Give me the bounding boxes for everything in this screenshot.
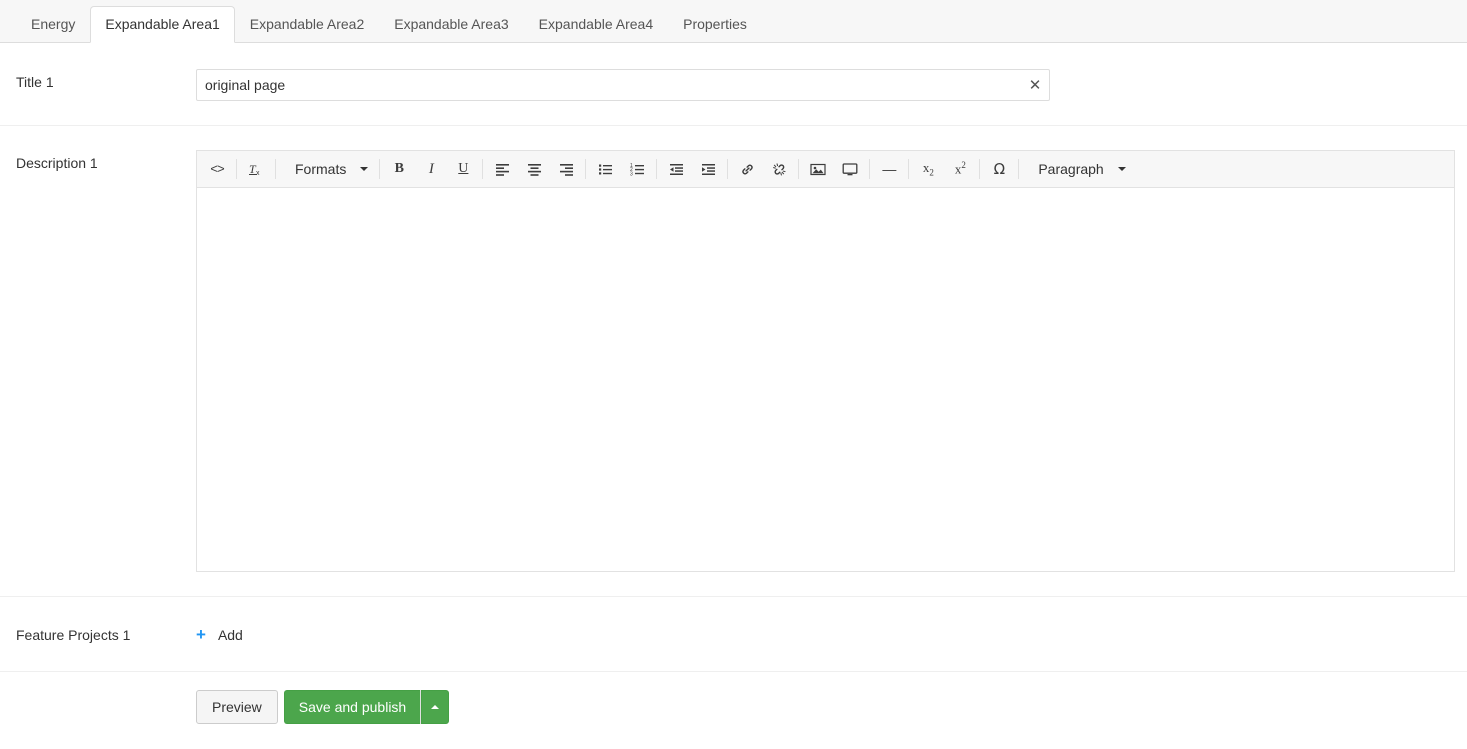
description-field: <> T x Formats B I U 1 2 3 — x2 x2 Ω Par… xyxy=(196,150,1455,572)
toolbar-separator xyxy=(482,159,484,179)
chevron-down-icon xyxy=(1117,167,1126,171)
title-row: Title 1 ✕ xyxy=(0,43,1467,125)
editor-toolbar: <> T x Formats B I U 1 2 3 — x2 x2 Ω Par… xyxy=(197,151,1454,188)
toolbar-separator xyxy=(979,159,981,179)
paragraph-label: Paragraph xyxy=(1038,161,1104,177)
description-row: Description 1 <> T x Formats B I U 1 2 3… xyxy=(0,126,1467,596)
underline-icon[interactable]: U xyxy=(448,155,478,183)
save-and-publish-split-button: Save and publish xyxy=(283,690,450,724)
toolbar-separator xyxy=(656,159,658,179)
subscript-icon[interactable]: x2 xyxy=(913,155,943,183)
align-left-icon[interactable] xyxy=(487,155,517,183)
feature-projects-row: Feature Projects 1 + Add xyxy=(0,597,1467,671)
editor-content-area[interactable] xyxy=(197,188,1454,571)
italic-icon[interactable]: I xyxy=(416,155,446,183)
toolbar-separator xyxy=(869,159,871,179)
horizontal-rule-icon[interactable]: — xyxy=(874,155,904,183)
media-icon[interactable] xyxy=(835,155,865,183)
caret-up-icon xyxy=(431,705,440,709)
actions-row: Preview Save and publish xyxy=(0,672,1467,724)
tab-expandable-area2[interactable]: Expandable Area2 xyxy=(235,6,379,43)
outdent-icon[interactable] xyxy=(661,155,691,183)
tab-bar: Energy Expandable Area1 Expandable Area2… xyxy=(0,0,1467,43)
bold-icon[interactable]: B xyxy=(384,155,414,183)
title-field: ✕ xyxy=(196,69,1451,101)
toolbar-separator xyxy=(236,159,237,179)
svg-text:3: 3 xyxy=(630,171,633,177)
actions-spacer xyxy=(16,690,196,694)
rich-text-editor: <> T x Formats B I U 1 2 3 — x2 x2 Ω Par… xyxy=(196,150,1455,572)
title-label: Title 1 xyxy=(16,74,54,90)
actions-field: Preview Save and publish xyxy=(196,690,1451,724)
toolbar-separator xyxy=(798,159,800,179)
indent-icon[interactable] xyxy=(693,155,723,183)
tab-expandable-area1[interactable]: Expandable Area1 xyxy=(90,6,235,43)
plus-icon: + xyxy=(196,625,206,644)
tab-properties[interactable]: Properties xyxy=(668,6,762,43)
remove-format-icon[interactable]: T x xyxy=(241,155,271,183)
paragraph-dropdown[interactable]: Paragraph xyxy=(1023,155,1132,183)
description-label: Description 1 xyxy=(16,155,98,171)
tab-expandable-area4[interactable]: Expandable Area4 xyxy=(524,6,668,43)
align-right-icon[interactable] xyxy=(551,155,581,183)
link-icon[interactable] xyxy=(732,155,762,183)
toolbar-separator xyxy=(379,159,381,179)
image-icon[interactable] xyxy=(803,155,833,183)
special-character-icon[interactable]: Ω xyxy=(984,155,1014,183)
bullet-list-icon[interactable] xyxy=(590,155,620,183)
toolbar-separator xyxy=(908,159,910,179)
feature-projects-field: + Add xyxy=(196,622,1451,645)
unlink-icon[interactable] xyxy=(764,155,794,183)
formats-label: Formats xyxy=(295,161,347,177)
save-and-publish-button[interactable]: Save and publish xyxy=(283,690,421,724)
action-buttons: Preview Save and publish xyxy=(196,690,1451,724)
tab-energy[interactable]: Energy xyxy=(16,6,90,43)
tab-expandable-area3[interactable]: Expandable Area3 xyxy=(379,6,523,43)
numbered-list-icon[interactable]: 1 2 3 xyxy=(622,155,652,183)
title-input[interactable] xyxy=(196,69,1050,101)
feature-projects-label: Feature Projects 1 xyxy=(16,627,131,643)
toolbar-separator xyxy=(275,159,276,179)
svg-text:x: x xyxy=(256,170,260,177)
save-options-dropdown-button[interactable] xyxy=(421,690,450,724)
title-input-wrap: ✕ xyxy=(196,69,1050,101)
add-feature-project-button[interactable]: + Add xyxy=(196,622,243,643)
preview-button[interactable]: Preview xyxy=(196,690,278,724)
toolbar-separator xyxy=(585,159,587,179)
add-label: Add xyxy=(217,626,243,643)
source-code-label: <> xyxy=(210,161,225,177)
source-code-icon[interactable]: <> xyxy=(202,155,232,183)
chevron-down-icon xyxy=(360,167,369,171)
toolbar-separator xyxy=(1018,159,1020,179)
formats-dropdown[interactable]: Formats xyxy=(280,155,375,183)
superscript-icon[interactable]: x2 xyxy=(945,155,975,183)
close-icon[interactable]: ✕ xyxy=(1021,70,1049,100)
form-content: Title 1 ✕ Description 1 <> T xyxy=(0,43,1467,724)
toolbar-separator xyxy=(727,159,729,179)
align-center-icon[interactable] xyxy=(519,155,549,183)
